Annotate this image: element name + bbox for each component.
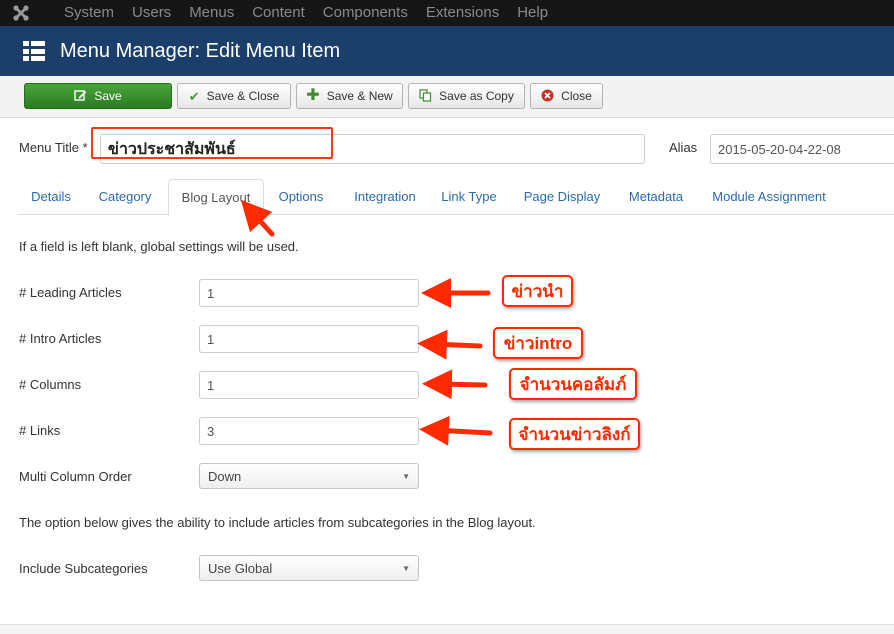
include-subcategories-label: Include Subcategories: [19, 561, 148, 576]
menu-components[interactable]: Components: [314, 0, 417, 26]
leading-articles-label: # Leading Articles: [19, 285, 122, 300]
close-button[interactable]: Close: [530, 83, 603, 109]
tab-details[interactable]: Details: [18, 179, 84, 215]
plus-icon: ✚: [306, 87, 320, 104]
leading-articles-input[interactable]: 1: [199, 279, 419, 307]
multi-column-order-select[interactable]: Down ▼: [199, 463, 419, 489]
tab-bar: Details Category Blog Layout Options Int…: [18, 179, 894, 216]
bottom-strip: [0, 624, 894, 634]
columns-label: # Columns: [19, 377, 82, 392]
intro-articles-input[interactable]: 1: [199, 325, 419, 353]
save-new-label: Save & New: [326, 89, 393, 103]
multi-column-order-label: Multi Column Order: [19, 469, 132, 484]
columns-input[interactable]: 1: [199, 371, 419, 399]
title-highlight-box: [91, 127, 333, 159]
annotation-intro: ข่าวintro: [493, 327, 583, 359]
toolbar: Save ✔ Save & Close ✚ Save & New Save as…: [0, 76, 894, 118]
save-label: Save: [94, 89, 122, 103]
save-button[interactable]: Save: [24, 83, 172, 109]
page-header: Menu Manager: Edit Menu Item: [0, 26, 894, 76]
close-label: Close: [561, 89, 592, 103]
include-subcategories-value: Use Global: [208, 560, 273, 576]
intro-articles-label: # Intro Articles: [19, 331, 102, 346]
admin-menu-bar: System Users Menus Content Components Ex…: [0, 0, 894, 26]
close-icon: [541, 89, 554, 104]
save-close-label: Save & Close: [206, 89, 280, 103]
links-label: # Links: [19, 423, 61, 438]
menu-help[interactable]: Help: [508, 0, 557, 26]
menu-content[interactable]: Content: [243, 0, 314, 26]
tab-metadata[interactable]: Metadata: [618, 179, 694, 215]
annotation-links: จำนวนข่าวลิงก์: [509, 418, 640, 450]
global-settings-note: If a field is left blank, global setting…: [19, 239, 299, 254]
arrow-columns: [422, 369, 488, 400]
multi-column-order-value: Down: [208, 468, 242, 484]
menu-users[interactable]: Users: [123, 0, 180, 26]
joomla-logo-icon[interactable]: [0, 0, 42, 26]
tab-module-assignment[interactable]: Module Assignment: [706, 179, 832, 215]
tab-blog-layout[interactable]: Blog Layout: [168, 179, 264, 216]
subcategories-note: The option below gives the ability to in…: [19, 515, 536, 530]
tab-link-type[interactable]: Link Type: [434, 179, 504, 215]
page-title: Menu Manager: Edit Menu Item: [60, 39, 341, 62]
tab-category[interactable]: Category: [84, 179, 166, 215]
arrow-intro: [417, 329, 483, 360]
alias-input[interactable]: 2015-05-20-04-22-08: [710, 134, 894, 164]
edit-icon: [74, 89, 87, 104]
annotation-leading: ข่าวนำ: [502, 275, 573, 307]
annotation-columns: จำนวนคอลัมภ์: [509, 368, 637, 400]
menu-title-label: Menu Title *: [19, 140, 88, 155]
save-new-button[interactable]: ✚ Save & New: [296, 83, 403, 109]
menu-extensions[interactable]: Extensions: [417, 0, 508, 26]
arrow-links: [419, 415, 493, 446]
tab-page-display[interactable]: Page Display: [514, 179, 610, 215]
dropdown-caret-icon: ▼: [402, 563, 410, 573]
alias-label: Alias: [669, 140, 698, 155]
tab-options[interactable]: Options: [268, 179, 334, 215]
list-menu-icon: [23, 41, 45, 61]
save-copy-label: Save as Copy: [439, 89, 514, 103]
save-copy-button[interactable]: Save as Copy: [408, 83, 525, 109]
tab-integration[interactable]: Integration: [340, 179, 430, 215]
menu-system[interactable]: System: [42, 0, 123, 26]
dropdown-caret-icon: ▼: [402, 471, 410, 481]
include-subcategories-select[interactable]: Use Global ▼: [199, 555, 419, 581]
save-close-button[interactable]: ✔ Save & Close: [177, 83, 291, 109]
menu-menus[interactable]: Menus: [180, 0, 243, 26]
links-input[interactable]: 3: [199, 417, 419, 445]
copy-icon: [419, 88, 432, 104]
checkmark-icon: ✔: [188, 88, 200, 104]
